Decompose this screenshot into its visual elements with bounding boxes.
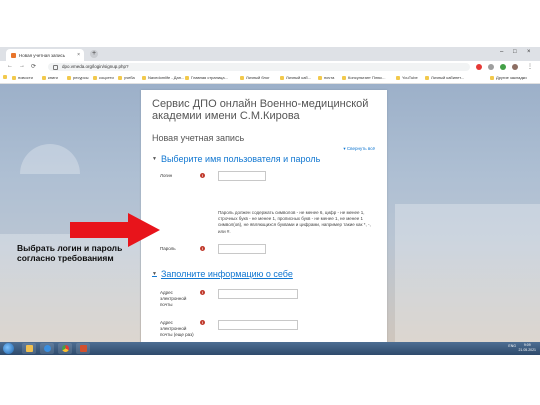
signup-form-card: Сервис ДПО онлайн Военно-медицинской ака… bbox=[141, 90, 387, 342]
tab-title: Новая учетная запись bbox=[19, 52, 66, 58]
taskbar-explorer-icon[interactable] bbox=[22, 343, 36, 354]
bookmark-item[interactable]: Личный блог bbox=[240, 75, 270, 80]
bookmark-item[interactable]: Другие закладки bbox=[490, 75, 527, 80]
minimize-window-icon[interactable]: – bbox=[500, 49, 503, 55]
bookmark-item[interactable]: Личный каб... bbox=[280, 75, 311, 80]
bookmarks-apps-icon[interactable] bbox=[3, 75, 9, 79]
required-icon: ! bbox=[200, 320, 205, 325]
bookmark-item[interactable]: почта bbox=[318, 75, 334, 80]
bookmark-item[interactable]: YouTube bbox=[396, 75, 418, 80]
lock-icon bbox=[53, 65, 58, 70]
new-tab-button[interactable]: + bbox=[90, 50, 98, 58]
section-header-info[interactable]: ▼ Заполните информацию о себе bbox=[152, 269, 293, 279]
extension-icon[interactable] bbox=[500, 64, 506, 70]
email-label: Адрес электронной почты bbox=[160, 290, 187, 307]
page-title: Новая учетная запись bbox=[152, 133, 245, 143]
system-clock[interactable]: 9:09 21.05.2021 bbox=[518, 343, 536, 353]
bookmark-item[interactable]: учеба bbox=[118, 75, 135, 80]
profile-avatar[interactable] bbox=[512, 64, 518, 70]
email-input[interactable] bbox=[218, 289, 298, 299]
required-icon: ! bbox=[200, 246, 205, 251]
address-bar[interactable]: dpo.vmeda.org/login/signup.php? bbox=[48, 63, 470, 71]
bookmark-item[interactable]: Navedomlife - Дан... bbox=[142, 75, 184, 80]
chevron-down-icon: ▼ bbox=[152, 271, 157, 277]
pointer-arrow-icon bbox=[70, 213, 160, 247]
bookmark-item[interactable]: Консультант Плюс... bbox=[342, 75, 386, 80]
bookmark-item[interactable]: ресурсы bbox=[67, 75, 89, 80]
taskbar-ie-icon[interactable] bbox=[40, 343, 54, 354]
menu-kebab-icon[interactable]: ⋮ bbox=[527, 63, 533, 70]
screenshot-frame: Новая учетная запись × + – □ × ← → ⟳ dpo… bbox=[0, 47, 540, 355]
maximize-window-icon[interactable]: □ bbox=[513, 49, 517, 55]
email-confirm-input[interactable] bbox=[218, 320, 298, 330]
extension-icon[interactable] bbox=[488, 64, 494, 70]
bookmark-item[interactable]: Личный кабинет... bbox=[425, 75, 464, 80]
chevron-down-icon: ▼ bbox=[152, 156, 157, 162]
background-building bbox=[395, 204, 540, 342]
browser-tabstrip: Новая учетная запись × + – □ × bbox=[0, 47, 540, 61]
password-requirements-text: Пароль должен содержать символов - не ме… bbox=[218, 210, 371, 234]
bookmark-item[interactable]: новости bbox=[12, 75, 33, 80]
forward-icon[interactable]: → bbox=[19, 63, 25, 69]
login-input[interactable] bbox=[218, 171, 266, 181]
required-icon: ! bbox=[200, 290, 205, 295]
back-icon[interactable]: ← bbox=[7, 63, 13, 69]
collapse-all-link[interactable]: ▾ Свернуть всё bbox=[343, 146, 375, 152]
taskbar-chrome-icon[interactable] bbox=[58, 343, 72, 354]
close-tab-icon[interactable]: × bbox=[77, 52, 80, 58]
password-input[interactable] bbox=[218, 244, 266, 254]
browser-tab[interactable]: Новая учетная запись × bbox=[6, 49, 84, 61]
keyboard-language[interactable]: ENG bbox=[508, 344, 516, 348]
start-button[interactable] bbox=[3, 343, 14, 354]
os-taskbar: ENG 9:09 21.05.2021 bbox=[0, 342, 540, 355]
address-url: dpo.vmeda.org/login/signup.php? bbox=[62, 64, 129, 69]
site-favicon-icon bbox=[11, 52, 16, 58]
login-label: Логин bbox=[160, 173, 173, 178]
bookmarks-bar: новости книги ресурсы соцсети учеба Nave… bbox=[0, 73, 540, 84]
bookmark-item[interactable]: соцсети bbox=[93, 75, 114, 80]
password-label: Пароль bbox=[160, 246, 176, 251]
taskbar-powerpoint-icon[interactable] bbox=[76, 343, 90, 354]
bookmark-item[interactable]: Главная страница... bbox=[185, 75, 228, 80]
site-title: Сервис ДПО онлайн Военно-медицинской ака… bbox=[152, 98, 369, 122]
bookmark-item[interactable]: книги bbox=[42, 75, 58, 80]
background-dome bbox=[20, 144, 80, 174]
reload-icon[interactable]: ⟳ bbox=[31, 63, 36, 70]
section-header-username[interactable]: ▼ Выберите имя пользователя и пароль bbox=[152, 154, 320, 164]
required-icon: ! bbox=[200, 173, 205, 178]
instruction-callout: Выбрать логин и пароль согласно требован… bbox=[17, 243, 123, 263]
extension-icon[interactable] bbox=[476, 64, 482, 70]
close-window-icon[interactable]: × bbox=[527, 49, 531, 55]
email-confirm-label: Адрес электронной почты (еще раз) bbox=[160, 320, 194, 337]
